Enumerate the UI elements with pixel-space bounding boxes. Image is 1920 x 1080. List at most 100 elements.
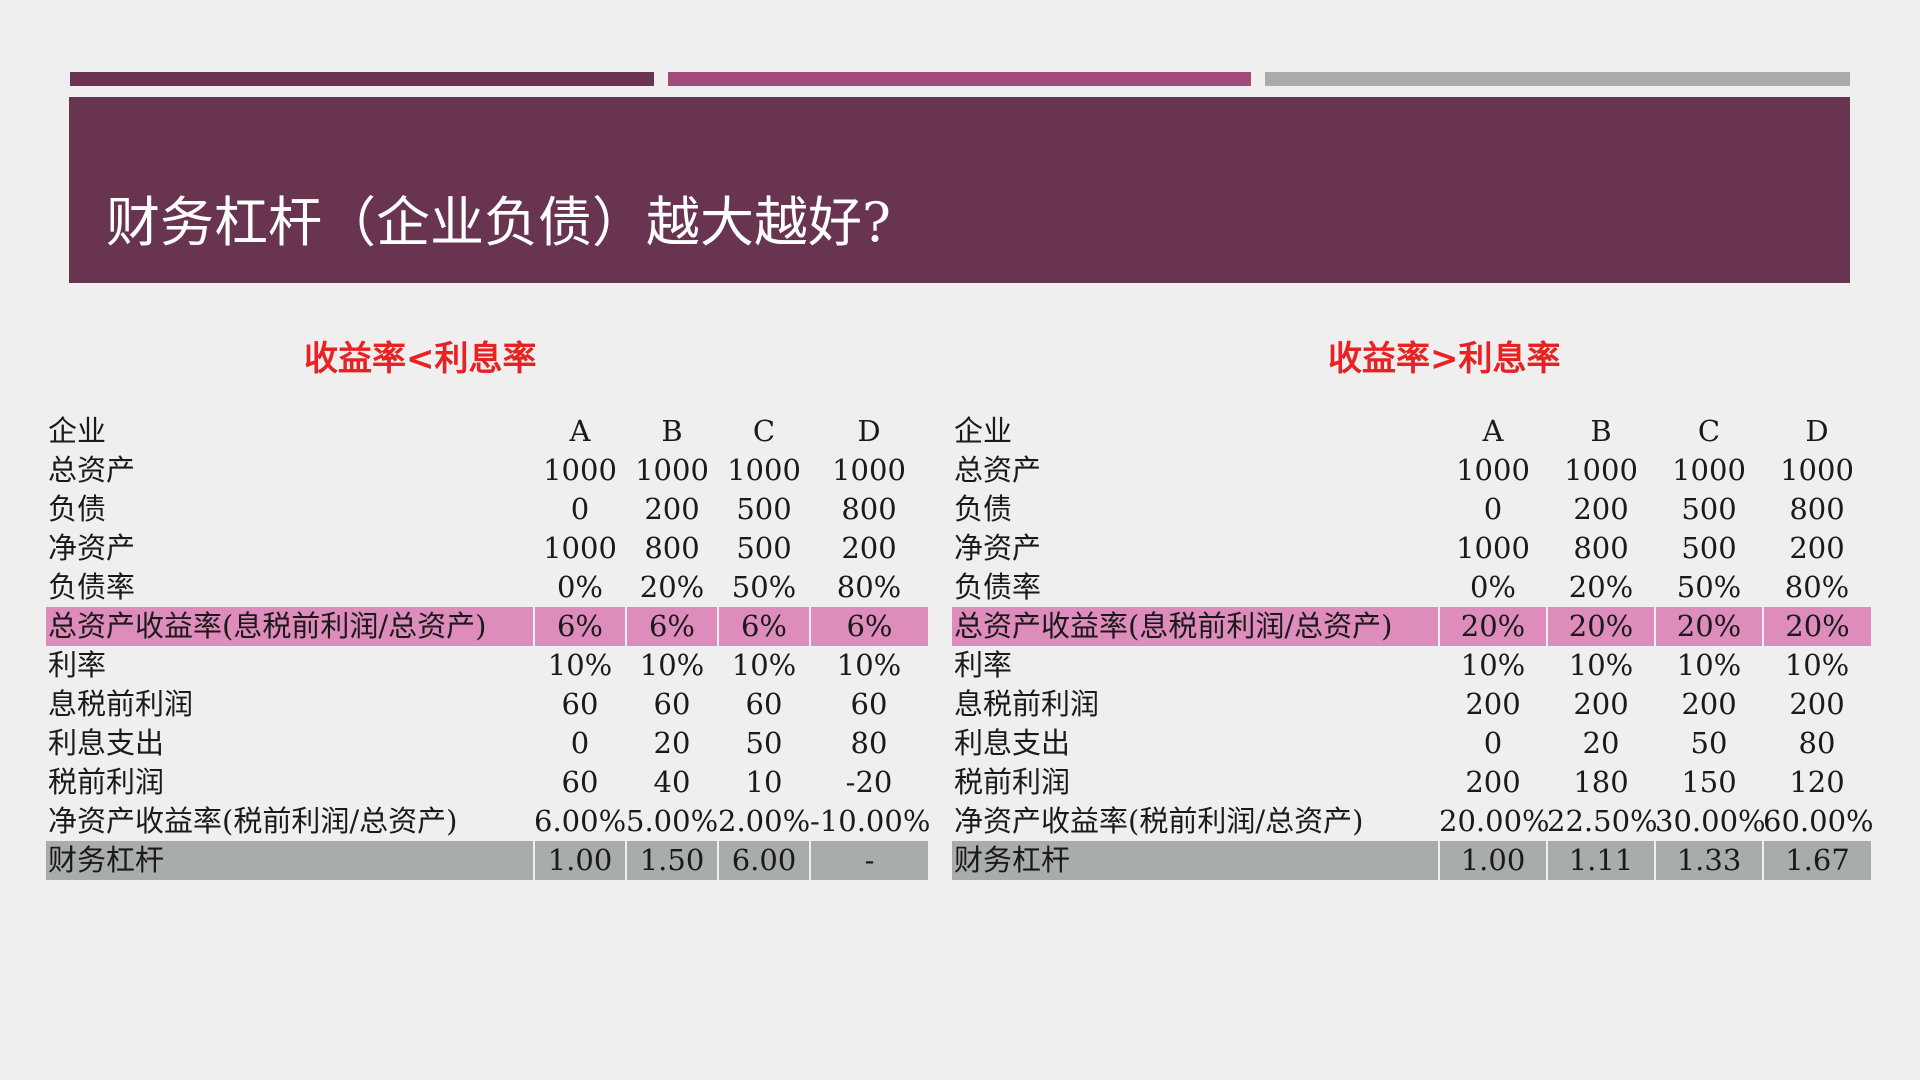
table-cell: 10%: [836, 648, 902, 682]
row-label: 息税前利润: [954, 687, 1100, 721]
table-cell: 0%: [1469, 570, 1516, 604]
left-comparison-table: 企业 A B C D 总资产 1000 1000 1000 1000 负债 0 200 500 800 净资产…: [46, 412, 930, 880]
table-row: 净资产收益率(税前利润/总资产) 6.00% 5.00% 2.00% -10.00%: [46, 802, 930, 841]
table-cell: 1.33: [1655, 841, 1764, 880]
table-cell: 10%: [639, 648, 705, 682]
table-cell: 1.11: [1547, 841, 1656, 880]
table-row: 财务杠杆 1.00 1.11 1.33 1.67: [952, 841, 1871, 880]
table-cell: 0%: [556, 570, 603, 604]
table-cell: 200: [1573, 492, 1629, 526]
table-cell: 1000: [543, 531, 617, 565]
table-cell: 0: [1483, 726, 1503, 760]
row-label: 企业: [48, 414, 107, 448]
row-label: 企业: [954, 414, 1013, 448]
table-cell: 150: [1681, 765, 1737, 799]
table-row: 总资产收益率(息税前利润/总资产) 6% 6% 6% 6%: [46, 607, 928, 646]
table-cell: 0: [570, 726, 590, 760]
table-cell: 10%: [731, 648, 797, 682]
row-label: 财务杠杆: [46, 841, 535, 880]
row-label: 财务杠杆: [952, 841, 1440, 880]
row-label: 利率: [954, 648, 1013, 682]
table-cell: 20%: [639, 570, 705, 604]
row-label: 负债: [48, 492, 107, 526]
table-cell: -: [810, 841, 928, 880]
table-cell: 1000: [1672, 453, 1746, 487]
table-row: 净资产收益率(税前利润/总资产) 20.00% 22.50% 30.00% 60.00%: [952, 802, 1874, 841]
left-table-subtitle: 收益率<利息率: [304, 339, 537, 379]
table-cell: 50%: [1676, 570, 1742, 604]
table-cell: 22.50%: [1547, 804, 1658, 838]
table-row: 财务杠杆 1.00 1.50 6.00-: [46, 841, 928, 880]
table-cell: D: [1805, 414, 1829, 448]
table-cell: B: [661, 414, 683, 448]
table-cell: 6%: [534, 607, 627, 646]
table-row: 利率 10% 10% 10% 10%: [46, 646, 928, 685]
table-cell: C: [1697, 414, 1721, 448]
accent-bar-dark: [70, 72, 654, 86]
table-cell: A: [1482, 414, 1504, 448]
table-cell: 6%: [626, 607, 719, 646]
table-cell: 200: [1573, 687, 1629, 721]
slide-title: 财务杠杆（企业负债）越大越好?: [106, 191, 891, 254]
table-cell: 1.00: [1439, 841, 1548, 880]
table-row: 总资产收益率(息税前利润/总资产) 20% 20% 20% 20%: [952, 607, 1871, 646]
table-row: 净资产 1000 800 500 200: [952, 529, 1871, 568]
table-cell: 120: [1789, 765, 1845, 799]
table-cell: 30.00%: [1655, 804, 1766, 838]
table-cell: 500: [1681, 492, 1737, 526]
table-cell: 1.67: [1763, 841, 1871, 880]
row-label: 净资产: [48, 531, 136, 565]
table-cell: 80: [850, 726, 888, 760]
right-comparison-table: 企业 A B C D 总资产 1000 1000 1000 1000 负债 0 200 500 800 净资产…: [952, 412, 1874, 880]
table-cell: 60: [561, 687, 599, 721]
row-label: 总资产收益率(息税前利润/总资产): [46, 607, 535, 646]
row-label: 税前利润: [954, 765, 1071, 799]
row-label: 总资产: [48, 453, 136, 487]
table-row: 利息支出 0 20 50 80: [952, 724, 1871, 763]
row-label: 负债率: [954, 570, 1042, 604]
table-row: 总资产 1000 1000 1000 1000: [46, 451, 928, 490]
row-label: 税前利润: [48, 765, 165, 799]
table-cell: 1000: [543, 453, 617, 487]
table-cell: 800: [841, 492, 897, 526]
table-cell: 10: [745, 765, 783, 799]
table-cell: 10%: [1676, 648, 1742, 682]
table-cell: 6%: [718, 607, 811, 646]
table-cell: 200: [841, 531, 897, 565]
table-row: 税前利润 60 40 10 -20: [46, 763, 928, 802]
table-cell: 2.00%: [718, 804, 811, 838]
table-row: 负债 0 200 500 800: [952, 490, 1871, 529]
table-cell: 1000: [727, 453, 801, 487]
table-cell: 10%: [547, 648, 613, 682]
table-cell: 200: [1681, 687, 1737, 721]
table-cell: 20%: [1547, 607, 1656, 646]
accent-bar-gray: [1265, 72, 1850, 86]
table-cell: 50: [745, 726, 783, 760]
table-row: 利息支出 0 20 50 80: [46, 724, 928, 763]
table-cell: 1000: [832, 453, 906, 487]
row-label: 利息支出: [48, 726, 165, 760]
table-cell: 5.00%: [626, 804, 719, 838]
table-cell: 0: [1483, 492, 1503, 526]
table-cell: 20: [1582, 726, 1620, 760]
table-cell: 20: [653, 726, 691, 760]
right-table-subtitle: 收益率>利息率: [1328, 339, 1561, 379]
table-cell: 80%: [1784, 570, 1850, 604]
table-cell: 1000: [635, 453, 709, 487]
table-cell: 10%: [1784, 648, 1850, 682]
table-row: 总资产 1000 1000 1000 1000: [952, 451, 1871, 490]
table-cell: 6%: [810, 607, 928, 646]
table-cell: 1.50: [626, 841, 719, 880]
row-label: 净资产: [954, 531, 1042, 565]
table-cell: 200: [1465, 765, 1521, 799]
table-cell: 40: [653, 765, 691, 799]
row-label: 息税前利润: [48, 687, 194, 721]
table-row: 税前利润 200 180 150 120: [952, 763, 1871, 802]
row-label: 利息支出: [954, 726, 1071, 760]
table-cell: 50: [1690, 726, 1728, 760]
table-cell: 20%: [1655, 607, 1764, 646]
table-row: 企业 A B C D: [46, 412, 928, 451]
table-row: 利率 10% 10% 10% 10%: [952, 646, 1871, 685]
table-cell: 60: [653, 687, 691, 721]
table-cell: 0: [570, 492, 590, 526]
